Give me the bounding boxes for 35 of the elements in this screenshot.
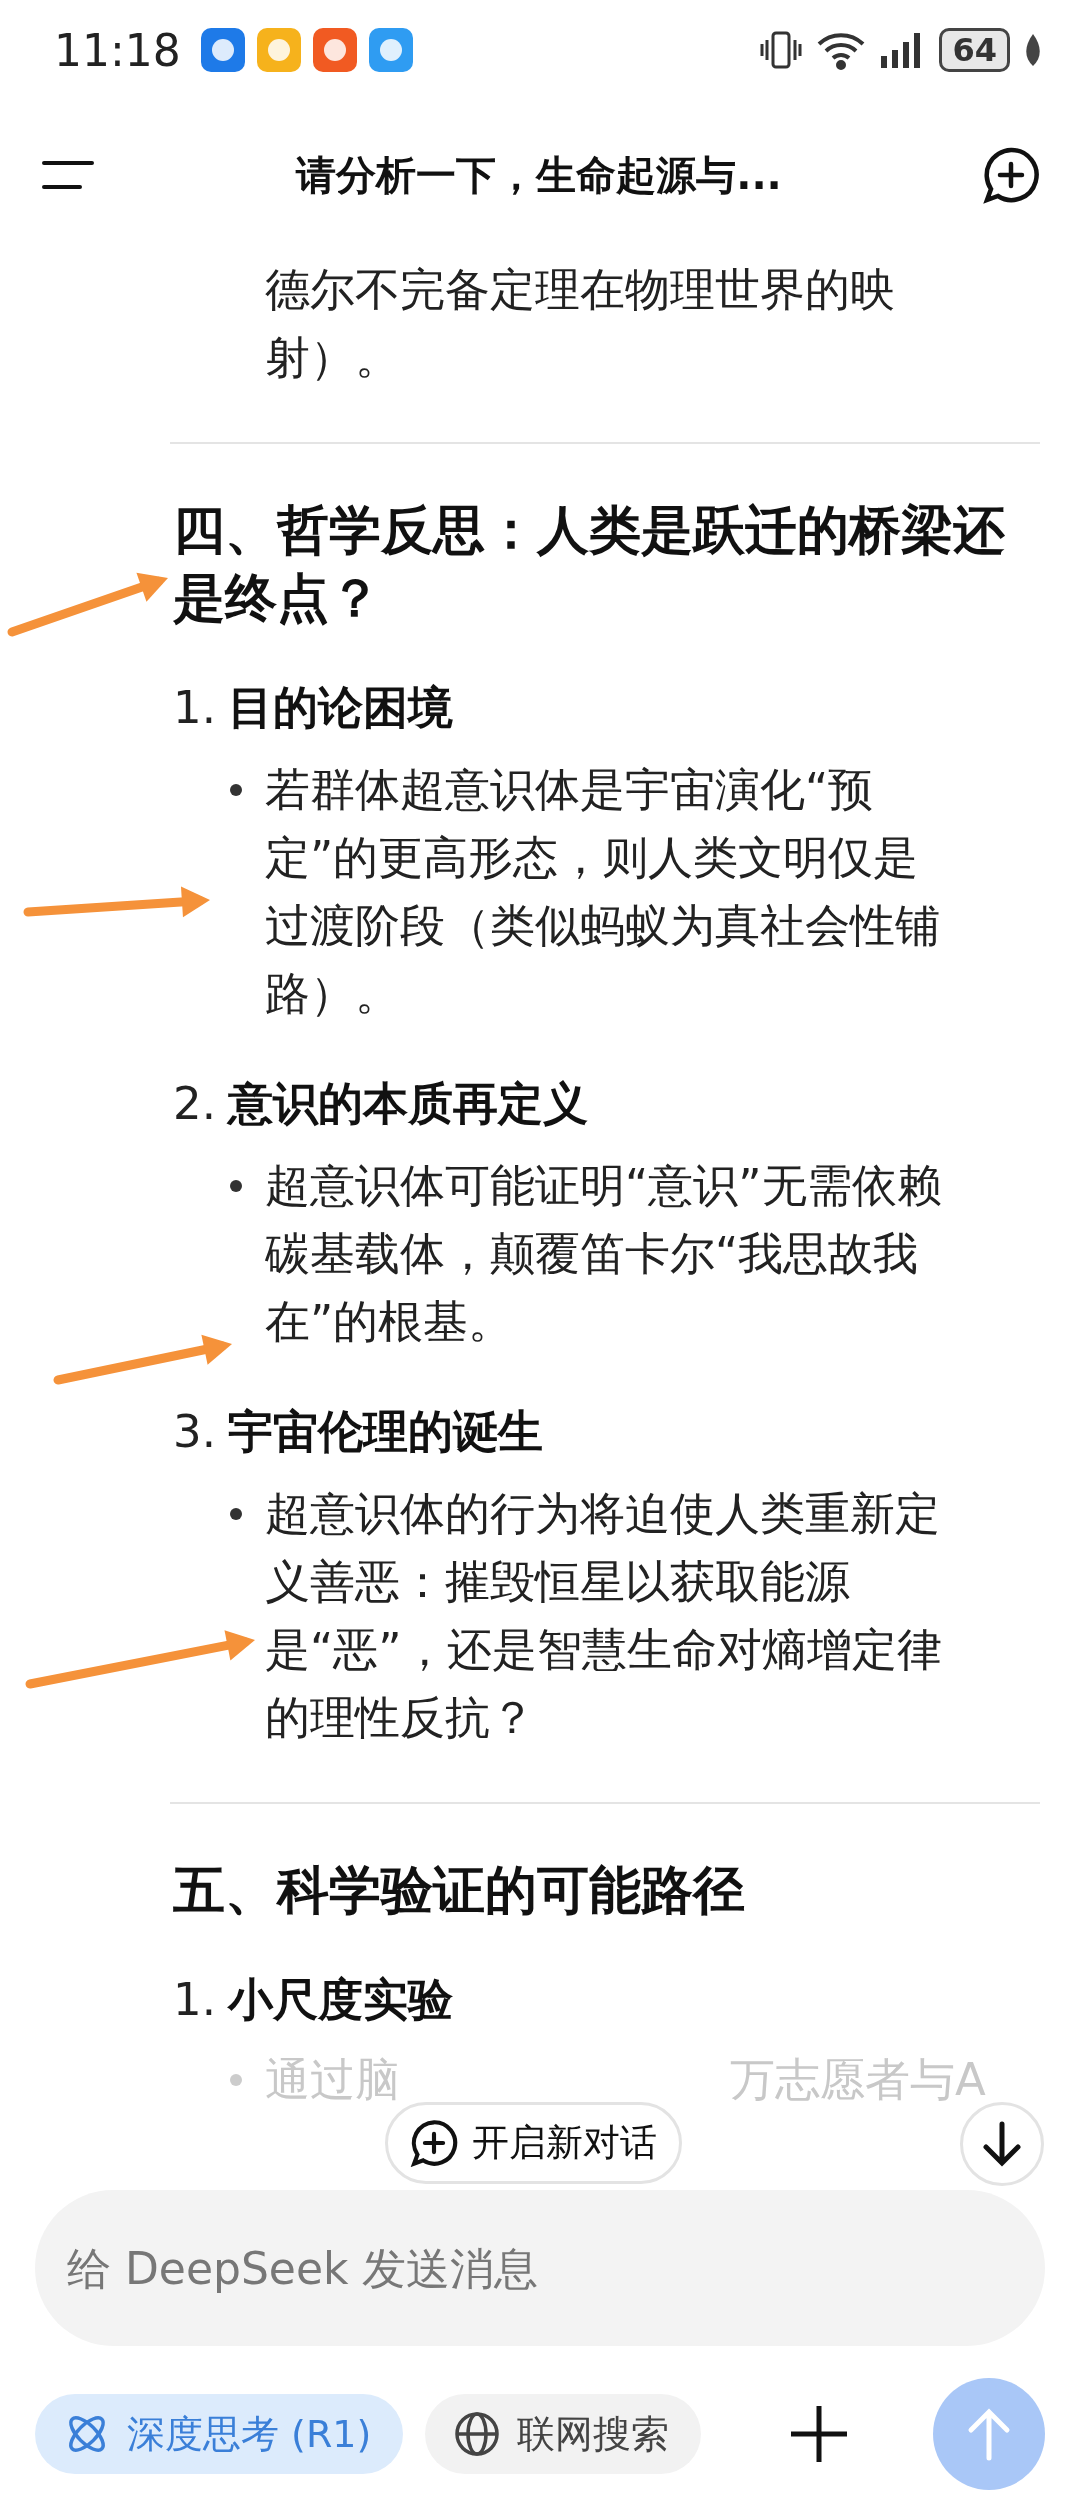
battery-indicator: 64 <box>939 28 1010 72</box>
new-chat-icon[interactable] <box>982 146 1040 204</box>
list-item-title: 宇宙伦理的诞生 <box>228 1404 543 1460</box>
bullet-dot <box>230 784 242 796</box>
message-input[interactable]: 给 DeepSeek 发送消息 <box>35 2190 1045 2346</box>
bullet-dot <box>230 1180 242 1192</box>
bullet-dot <box>230 1508 242 1520</box>
bullet-text: 超意识体可能证明“意识”无需依赖碳基载体，颠覆笛卡尔“我思故我在”的根基。 <box>265 1158 943 1350</box>
down-arrow-icon <box>980 2120 1024 2168</box>
web-search-toggle[interactable]: 联网搜索 <box>425 2394 702 2474</box>
list-number: 1. <box>173 680 217 736</box>
bullet-dot <box>230 2074 242 2086</box>
menu-icon[interactable] <box>40 159 96 191</box>
plus-icon[interactable] <box>789 2404 849 2464</box>
globe-icon <box>453 2410 502 2458</box>
conversation-title: 请分析一下，生命起源与... <box>294 150 783 200</box>
list-item-title: 小尺度实验 <box>228 1972 453 2028</box>
new-chat-icon <box>410 2119 458 2167</box>
app-icon <box>312 28 357 72</box>
app-icon <box>368 28 413 72</box>
list-item-title: 意识的本质再定义 <box>228 1076 588 1132</box>
list-number: 1. <box>173 1972 217 2028</box>
vibrate-icon <box>759 30 804 70</box>
bullet-text: 超意识体的行为将迫使人类重新定义善恶：摧毁恒星以获取能源是“恶”，还是智慧生命对熵增定律的理性反抗？ <box>265 1486 943 1746</box>
section-heading: 五、科学验证的可能路径 <box>173 1859 746 1922</box>
bullet-text: 若群体超意识体是宇宙演化“预定”的更高形态，则人类文明仅是过渡阶段（类似蚂蚁为真社会性铺路）。 <box>265 762 941 1022</box>
answer-paragraph: 德尔不完备定理在物理世界的映射）。 <box>265 262 896 386</box>
list-item-title: 目的论困境 <box>228 680 453 736</box>
status-time: 11:18 <box>54 24 181 76</box>
section-heading: 四、哲学反思：人类是跃迁的桥梁还是终点？ <box>173 499 1006 630</box>
list-number: 3. <box>173 1404 217 1460</box>
app-icon <box>200 28 245 72</box>
app-icon <box>256 28 301 72</box>
new-chat-button[interactable]: 开启新对话 <box>385 2102 682 2184</box>
list-number: 2. <box>173 1076 217 1132</box>
